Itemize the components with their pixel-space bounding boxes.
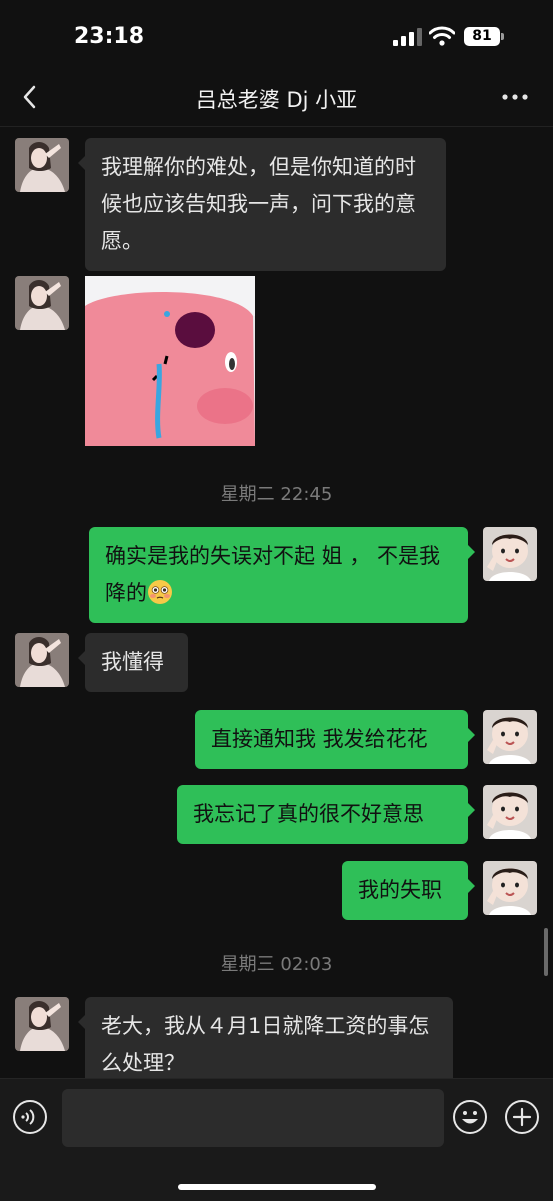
my-avatar[interactable] [483,527,537,581]
battery-tip [501,33,504,40]
emoji-picker-icon[interactable] [452,1099,488,1135]
outgoing-message-bubble[interactable]: 我的失职 [342,861,475,920]
chat-header: 吕总老婆 Dj 小亚 [0,70,553,127]
contact-avatar[interactable] [15,138,69,192]
incoming-message-bubble[interactable]: 我懂得 [78,633,188,692]
timestamp-separator: 星期三 02:03 [220,954,333,975]
my-avatar[interactable] [483,861,537,915]
crying-pink-blob-sticker[interactable] [85,276,255,446]
add-attachment-icon[interactable] [504,1099,540,1135]
outgoing-message-bubble[interactable]: 直接通知我 我发给花花 [195,710,475,769]
contact-avatar[interactable] [15,633,69,687]
battery-icon: 81 [464,27,500,46]
message-input[interactable] [62,1089,444,1147]
home-indicator[interactable] [178,1184,376,1190]
battery-level: 81 [472,28,492,44]
chat-title: 吕总老婆 Dj 小亚 [195,88,358,112]
my-avatar[interactable] [483,710,537,764]
status-bar: 23:18 81 [0,0,553,70]
more-options-icon[interactable] [495,80,535,114]
message-text: 我理解你的难处，但是你知道的时候也应该告知我一声，问下我的意愿。 [101,155,416,253]
voice-input-icon[interactable] [12,1099,48,1135]
wifi-icon [429,26,455,46]
contact-avatar[interactable] [15,997,69,1051]
message-text: 直接通知我 我发给花花 [211,727,428,751]
incoming-message-bubble[interactable]: 我理解你的难处，但是你知道的时候也应该告知我一声，问下我的意愿。 [78,138,446,271]
message-text: 我的失职 [358,878,442,902]
message-text: 老大，我从４月1日就降工资的事怎么处理？ [101,1014,430,1075]
scrollbar[interactable] [544,928,548,976]
my-avatar[interactable] [483,785,537,839]
message-text: 我忘记了真的很不好意思 [193,802,424,826]
outgoing-message-bubble[interactable]: 我忘记了真的很不好意思 [177,785,475,844]
timestamp-separator: 星期二 22:45 [220,484,333,505]
outgoing-message-bubble[interactable]: 确实是我的失误对不起 姐 ， 不是我降的 [89,527,475,623]
flushed-face-emoji [148,580,172,604]
cellular-signal-icon [393,28,422,46]
contact-avatar[interactable] [15,276,69,330]
message-text: 我懂得 [101,650,164,674]
status-time: 23:18 [74,24,145,49]
input-bar [0,1078,553,1201]
